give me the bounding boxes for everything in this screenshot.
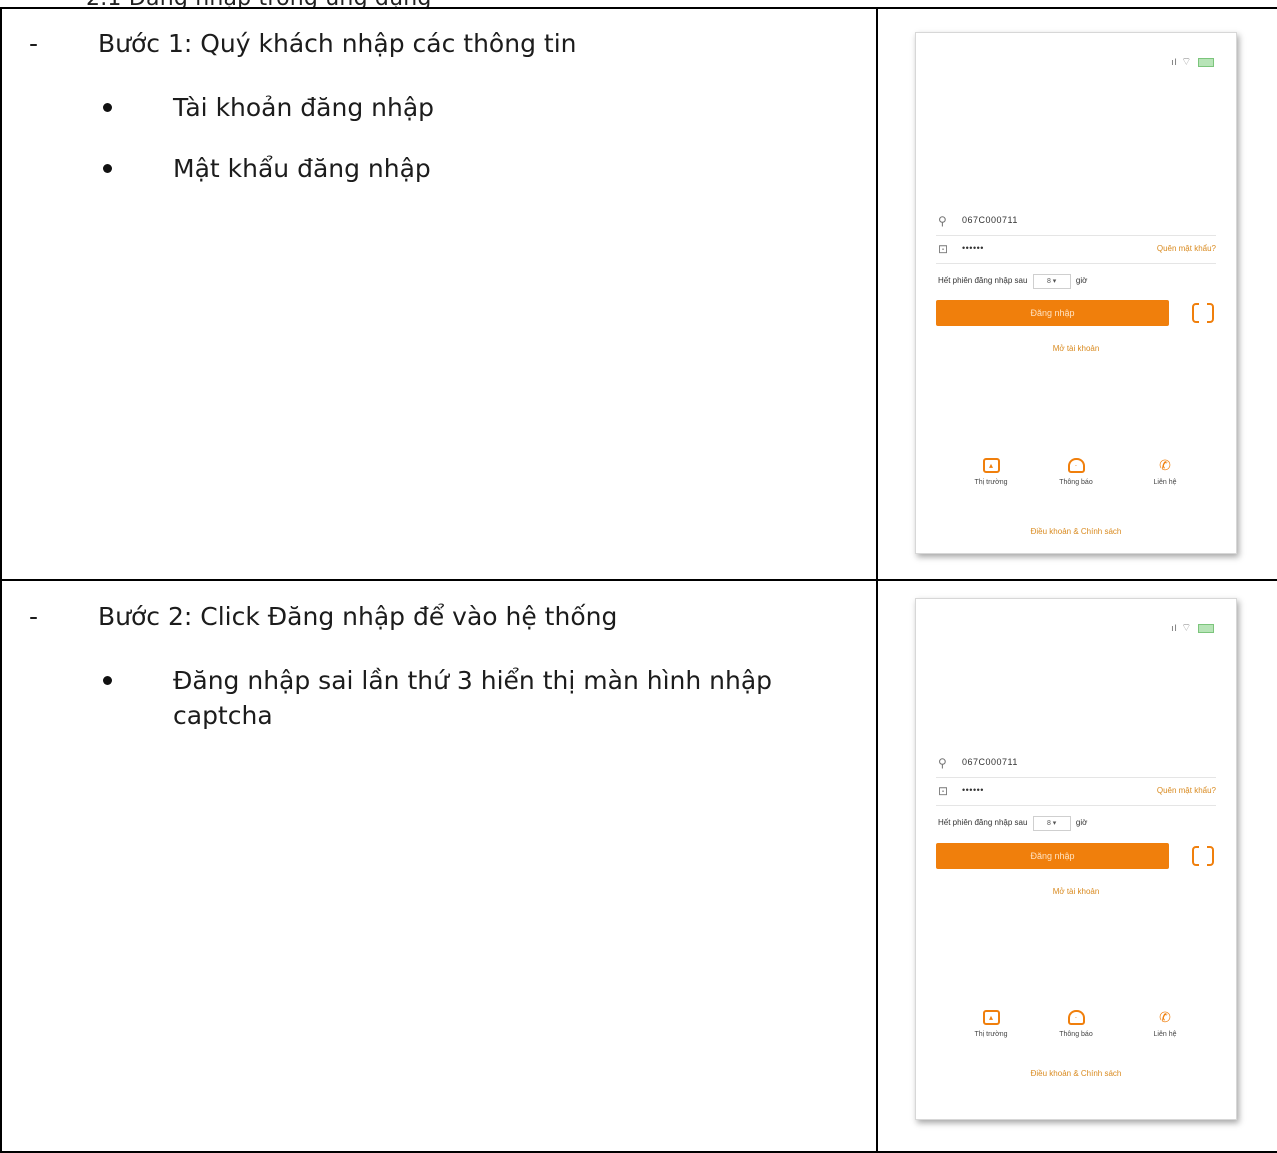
- user-icon: ⚲: [938, 756, 947, 770]
- nav-item-market[interactable]: ▴ Thị trường: [956, 458, 1026, 486]
- login-screen-mockup: ıl ⌔ ⚲ 067C000711 ⊡ •••••• Quên mật khẩu…: [915, 32, 1237, 554]
- user-icon: ⚲: [938, 214, 947, 228]
- battery-icon: [1198, 624, 1214, 634]
- instruction-table: - Bước 1: Quý khách nhập các thông tin T…: [0, 7, 1277, 1153]
- password-value: ••••••: [962, 785, 984, 795]
- session-unit: giờ: [1075, 818, 1088, 827]
- status-bar: ıl ⌔: [1171, 55, 1214, 69]
- step-1-screenshot-cell: ıl ⌔ ⚲ 067C000711 ⊡ •••••• Quên mật khẩu…: [876, 7, 1277, 581]
- nav-item-notifications[interactable]: · Thông báo: [1041, 458, 1111, 486]
- wifi-icon: ⌔: [1181, 56, 1193, 68]
- wifi-icon: ⌔: [1181, 622, 1193, 634]
- session-unit: giờ: [1075, 276, 1088, 285]
- bullet-dot: [103, 103, 112, 112]
- battery-icon: [1198, 58, 1214, 68]
- dash-marker: -: [29, 29, 39, 58]
- terms-link[interactable]: Điều khoản & Chính sách: [916, 1069, 1236, 1078]
- bullet-text: Mật khẩu đăng nhập: [173, 154, 431, 183]
- face-id-icon[interactable]: [1192, 845, 1214, 869]
- bell-icon: ·: [1067, 1010, 1085, 1025]
- phone-icon: ✆: [1159, 457, 1171, 473]
- signal-icon: ıl: [1171, 623, 1178, 633]
- phone-icon: ✆: [1159, 1009, 1171, 1025]
- lock-icon: ⊡: [938, 242, 949, 256]
- nav-label: Thông báo: [1059, 1031, 1093, 1038]
- face-id-icon[interactable]: [1192, 302, 1214, 326]
- nav-label: Thông báo: [1059, 479, 1093, 486]
- password-field[interactable]: ⊡ •••••• Quên mật khẩu?: [936, 779, 1216, 806]
- session-select[interactable]: 8 ▾: [1032, 816, 1071, 831]
- signal-icon: ıl: [1171, 57, 1178, 67]
- nav-item-contact[interactable]: ✆ Liên hệ: [1130, 457, 1200, 487]
- session-timeout-row: Hết phiên đăng nhập sau 8 ▾ giờ: [938, 816, 1087, 831]
- login-button[interactable]: Đăng nhập: [936, 300, 1169, 326]
- session-select[interactable]: 8 ▾: [1032, 274, 1071, 289]
- chart-icon: ▴: [982, 1010, 1000, 1025]
- login-screen-mockup: ıl ⌔ ⚲ 067C000711 ⊡ •••••• Quên mật khẩu…: [915, 598, 1237, 1120]
- open-account-link[interactable]: Mở tài khoản: [916, 344, 1236, 353]
- nav-label: Liên hệ: [1153, 1031, 1177, 1038]
- forgot-password-link[interactable]: Quên mật khẩu?: [1157, 786, 1216, 795]
- step-2-title-text: Bước 2: Click Đăng nhập để vào hệ thống: [98, 602, 618, 631]
- username-value: 067C000711: [962, 757, 1018, 767]
- bottom-nav: ▴ Thị trường · Thông báo ✆ Liên hệ: [916, 1010, 1236, 1050]
- lock-icon: ⊡: [938, 784, 949, 798]
- step-1-title-text: Bước 1: Quý khách nhập các thông tin: [98, 29, 577, 58]
- nav-label: Thị trường: [974, 1031, 1008, 1038]
- step-2-text-cell: - Bước 2: Click Đăng nhập để vào hệ thốn…: [0, 579, 878, 1153]
- password-value: ••••••: [962, 243, 984, 253]
- bullet-dot: [103, 676, 112, 685]
- open-account-link[interactable]: Mở tài khoản: [916, 887, 1236, 896]
- dash-marker: -: [29, 602, 39, 631]
- password-field[interactable]: ⊡ •••••• Quên mật khẩu?: [936, 237, 1216, 264]
- username-field[interactable]: ⚲ 067C000711: [936, 751, 1216, 778]
- chart-icon: ▴: [982, 458, 1000, 473]
- step-1-text-cell: - Bước 1: Quý khách nhập các thông tin T…: [0, 7, 878, 581]
- nav-item-market[interactable]: ▴ Thị trường: [956, 1010, 1026, 1038]
- login-button[interactable]: Đăng nhập: [936, 843, 1169, 869]
- terms-link[interactable]: Điều khoản & Chính sách: [916, 527, 1236, 536]
- session-timeout-row: Hết phiên đăng nhập sau 8 ▾ giờ: [938, 274, 1087, 289]
- username-value: 067C000711: [962, 215, 1018, 225]
- bullet-dot: [103, 164, 112, 173]
- bullet-text: Đăng nhập sai lần thứ 3 hiển thị màn hìn…: [173, 666, 773, 730]
- bell-icon: ·: [1067, 458, 1085, 473]
- table-row: - Bước 2: Click Đăng nhập để vào hệ thốn…: [0, 579, 1277, 1153]
- bottom-nav: ▴ Thị trường · Thông báo ✆ Liên hệ: [916, 458, 1236, 498]
- nav-item-notifications[interactable]: · Thông báo: [1041, 1010, 1111, 1038]
- nav-label: Liên hệ: [1153, 479, 1177, 486]
- table-row: - Bước 1: Quý khách nhập các thông tin T…: [0, 7, 1277, 581]
- nav-item-contact[interactable]: ✆ Liên hệ: [1130, 1009, 1200, 1039]
- nav-label: Thị trường: [974, 479, 1008, 486]
- bullet-text: Tài khoản đăng nhập: [173, 93, 435, 122]
- session-label: Hết phiên đăng nhập sau: [938, 276, 1028, 285]
- status-bar: ıl ⌔: [1171, 621, 1214, 635]
- step-2-screenshot-cell: ıl ⌔ ⚲ 067C000711 ⊡ •••••• Quên mật khẩu…: [876, 579, 1277, 1153]
- forgot-password-link[interactable]: Quên mật khẩu?: [1157, 244, 1216, 253]
- username-field[interactable]: ⚲ 067C000711: [936, 209, 1216, 236]
- session-label: Hết phiên đăng nhập sau: [938, 818, 1028, 827]
